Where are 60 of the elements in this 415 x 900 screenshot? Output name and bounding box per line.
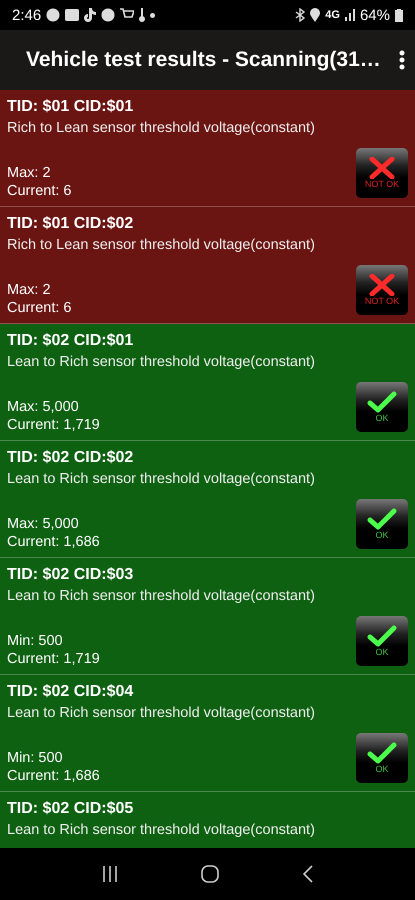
current-value: Current: 1,719 (7, 416, 101, 434)
test-id: TID: $02 CID:$01 (7, 331, 134, 351)
thermometer-icon (139, 8, 146, 22)
clock-time: 2:46 (12, 6, 42, 24)
test-id: TID: $02 CID:$03 (7, 565, 134, 585)
test-description: Rich to Lean sensor threshold voltage(constant) (7, 119, 316, 138)
screen-title: Vehicle test results - Scanning(31… (26, 48, 382, 72)
battery-level: 64% (360, 6, 390, 24)
signal-icon (344, 9, 355, 21)
check-icon (367, 742, 397, 764)
test-description: Rich to Lean sensor threshold voltage(constant) (7, 236, 316, 255)
result-badge: OK (356, 382, 408, 432)
result-row[interactable]: TID: $02 CID:$04 Lean to Rich sensor threshold voltage(constant) Min: 500 Current: 1,686 OK (0, 675, 415, 792)
test-description: Lean to Rich sensor threshold voltage(constant) (7, 821, 316, 840)
more-options-icon[interactable] (399, 50, 405, 70)
test-id: TID: $02 CID:$05 (7, 799, 134, 819)
result-badge: OK (356, 499, 408, 549)
battery-icon (395, 8, 403, 22)
back-icon[interactable] (303, 865, 314, 883)
dot-icon (150, 12, 156, 18)
check-icon (367, 508, 397, 530)
test-description: Lean to Rich sensor threshold voltage(constant) (7, 587, 316, 606)
result-row[interactable]: TID: $02 CID:$05 Lean to Rich sensor threshold voltage(constant) (0, 792, 415, 848)
result-badge: NOT OK (356, 265, 408, 315)
limit-value: Max: 2 (7, 281, 52, 299)
test-description: Lean to Rich sensor threshold voltage(constant) (7, 470, 316, 489)
result-row[interactable]: TID: $02 CID:$02 Lean to Rich sensor threshold voltage(constant) Max: 5,000 Current: 1,686 OK (0, 441, 415, 558)
limit-value: Max: 2 (7, 164, 52, 182)
note-icon (84, 8, 96, 22)
location-icon (310, 8, 320, 22)
network-type: 4G (325, 9, 340, 21)
limit-value: Max: 5,000 (7, 398, 80, 416)
current-value: Current: 6 (7, 182, 72, 200)
check-icon (367, 625, 397, 647)
result-row[interactable]: TID: $01 CID:$02 Rich to Lean sensor threshold voltage(constant) Max: 2 Current: 6 NOT OK (0, 207, 415, 324)
limit-value: Min: 500 (7, 749, 64, 767)
test-id: TID: $02 CID:$04 (7, 682, 134, 702)
result-badge: OK (356, 733, 408, 783)
test-description: Lean to Rich sensor threshold voltage(constant) (7, 353, 316, 372)
recent-apps-icon[interactable] (102, 866, 118, 882)
bluetooth-icon (295, 8, 306, 22)
cross-icon (369, 157, 395, 179)
current-value: Current: 6 (7, 299, 72, 317)
result-row[interactable]: TID: $01 CID:$01 Rich to Lean sensor threshold voltage(constant) Max: 2 Current: 6 NOT OK (0, 90, 415, 207)
result-badge: NOT OK (356, 148, 408, 198)
test-id: TID: $01 CID:$01 (7, 97, 134, 117)
test-id: TID: $01 CID:$02 (7, 214, 134, 234)
result-row[interactable]: TID: $02 CID:$03 Lean to Rich sensor threshold voltage(constant) Min: 500 Current: 1,719 OK (0, 558, 415, 675)
test-id: TID: $02 CID:$02 (7, 448, 134, 468)
cross-icon (369, 274, 395, 296)
limit-value: Min: 500 (7, 632, 64, 650)
limit-value: Max: 5,000 (7, 515, 80, 533)
test-description: Lean to Rich sensor threshold voltage(constant) (7, 704, 316, 723)
check-icon (367, 391, 397, 413)
result-row[interactable]: TID: $02 CID:$01 Lean to Rich sensor threshold voltage(constant) Max: 5,000 Current: 1,719 OK (0, 324, 415, 441)
current-value: Current: 1,719 (7, 650, 101, 668)
home-icon[interactable] (201, 865, 220, 883)
result-badge: OK (356, 616, 408, 666)
current-value: Current: 1,686 (7, 767, 101, 785)
current-value: Current: 1,686 (7, 533, 101, 551)
